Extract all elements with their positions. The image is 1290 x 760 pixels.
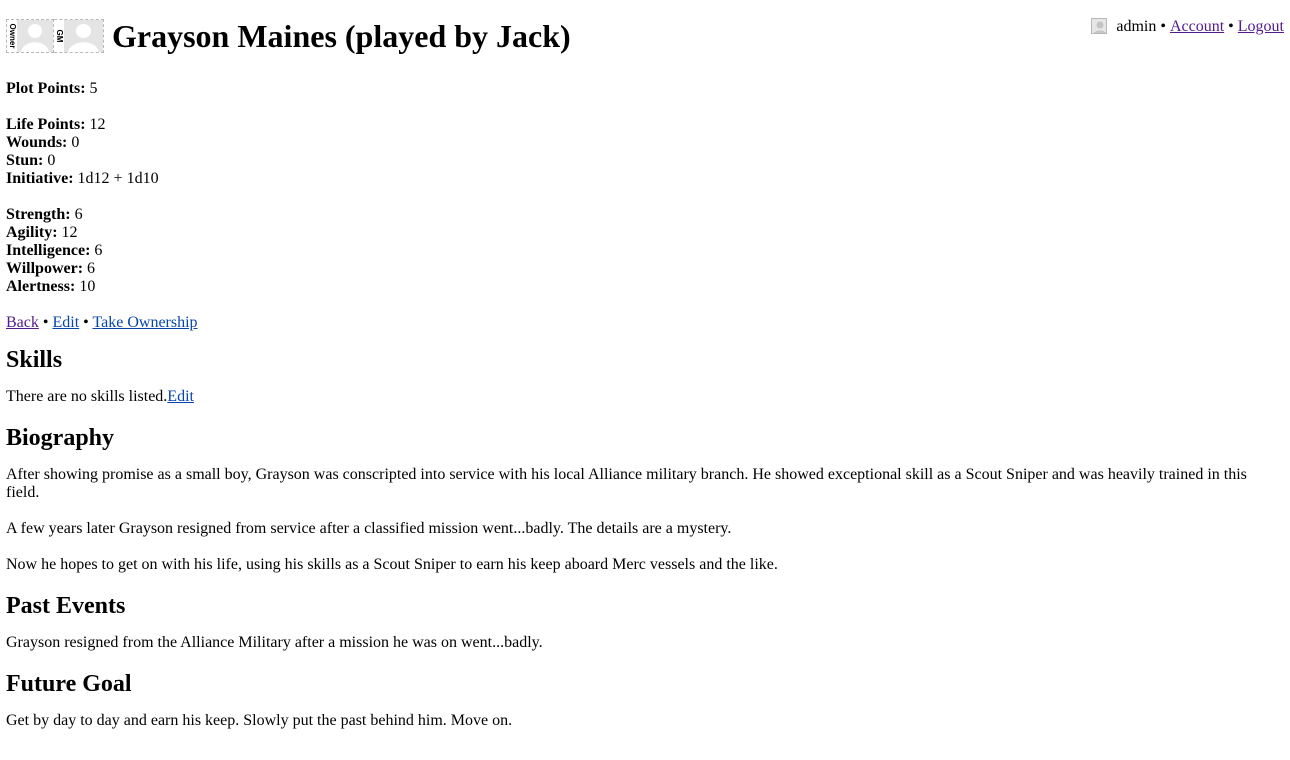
stun-label: Stun: (6, 152, 44, 169)
strength-value: 6 (74, 206, 83, 223)
skills-heading: Skills (6, 347, 63, 373)
skills-section: There are no skills listed.Edit (6, 388, 1284, 406)
owner-avatar[interactable]: Owner (6, 19, 54, 53)
future-goal-heading: Future Goal (6, 671, 132, 697)
alertness-label: Alertness: (6, 278, 76, 295)
initiative-label: Initiative: (6, 170, 74, 187)
gm-avatar[interactable]: GM (54, 19, 104, 53)
future-goal-text: Get by day to day and earn his keep. Slo… (6, 712, 513, 729)
alertness-value: 10 (79, 278, 96, 295)
separator: • (42, 314, 49, 331)
health-block: Life Points: 12 Wounds: 0 Stun: 0 Initia… (6, 116, 1284, 188)
logout-link[interactable]: Logout (1238, 18, 1284, 36)
edit-link[interactable]: Edit (52, 314, 79, 331)
owner-label: Owner (8, 23, 17, 49)
wounds-label: Wounds: (6, 134, 68, 151)
willpower-label: Willpower: (6, 260, 84, 277)
biography-section: After showing promise as a small boy, Gr… (6, 466, 1284, 574)
account-link[interactable]: Account (1170, 18, 1224, 36)
intelligence-label: Intelligence: (6, 242, 91, 259)
biography-paragraph: After showing promise as a small boy, Gr… (6, 466, 1247, 501)
agility-label: Agility: (6, 224, 58, 241)
username-label: admin (1116, 18, 1157, 35)
biography-paragraph: A few years later Grayson resigned from … (6, 520, 732, 537)
character-sheet: Plot Points: 5 Life Points: 12 Wounds: 0… (6, 80, 1284, 748)
plot-points-value: 5 (89, 80, 98, 97)
plot-points-block: Plot Points: 5 (6, 80, 1284, 98)
action-links: Back • Edit • Take Ownership (6, 314, 1284, 332)
skills-edit-link[interactable]: Edit (167, 388, 194, 405)
wounds-value: 0 (71, 134, 80, 151)
past-events-text: Grayson resigned from the Alliance Milit… (6, 634, 543, 651)
page-header: Owner GM Grayson Maines (played by Jack) (6, 17, 571, 55)
biography-heading: Biography (6, 425, 115, 451)
user-bar: admin • Account • Logout (1091, 18, 1284, 36)
user-avatar-icon (1091, 18, 1108, 34)
life-points-label: Life Points: (6, 116, 86, 133)
separator: • (1160, 18, 1166, 35)
past-events-heading: Past Events (6, 593, 126, 619)
separator: • (83, 314, 89, 331)
gm-avatar-icon (64, 20, 103, 52)
initiative-value: 1d12 + 1d10 (77, 170, 159, 187)
skills-empty-text: There are no skills listed. (6, 388, 168, 405)
strength-label: Strength: (6, 206, 71, 223)
take-ownership-link[interactable]: Take Ownership (92, 314, 197, 331)
page-title: Grayson Maines (played by Jack) (112, 18, 571, 54)
biography-paragraph: Now he hopes to get on with his life, us… (6, 556, 778, 573)
attributes-block: Strength: 6 Agility: 12 Intelligence: 6 … (6, 206, 1284, 296)
stun-value: 0 (47, 152, 56, 169)
willpower-value: 6 (87, 260, 96, 277)
back-link[interactable]: Back (6, 314, 39, 331)
intelligence-value: 6 (94, 242, 103, 259)
agility-value: 12 (61, 224, 78, 241)
separator: • (1228, 18, 1234, 35)
gm-label: GM (55, 29, 64, 43)
plot-points-label: Plot Points: (6, 80, 86, 97)
life-points-value: 12 (89, 116, 106, 133)
owner-avatar-icon (17, 20, 53, 52)
